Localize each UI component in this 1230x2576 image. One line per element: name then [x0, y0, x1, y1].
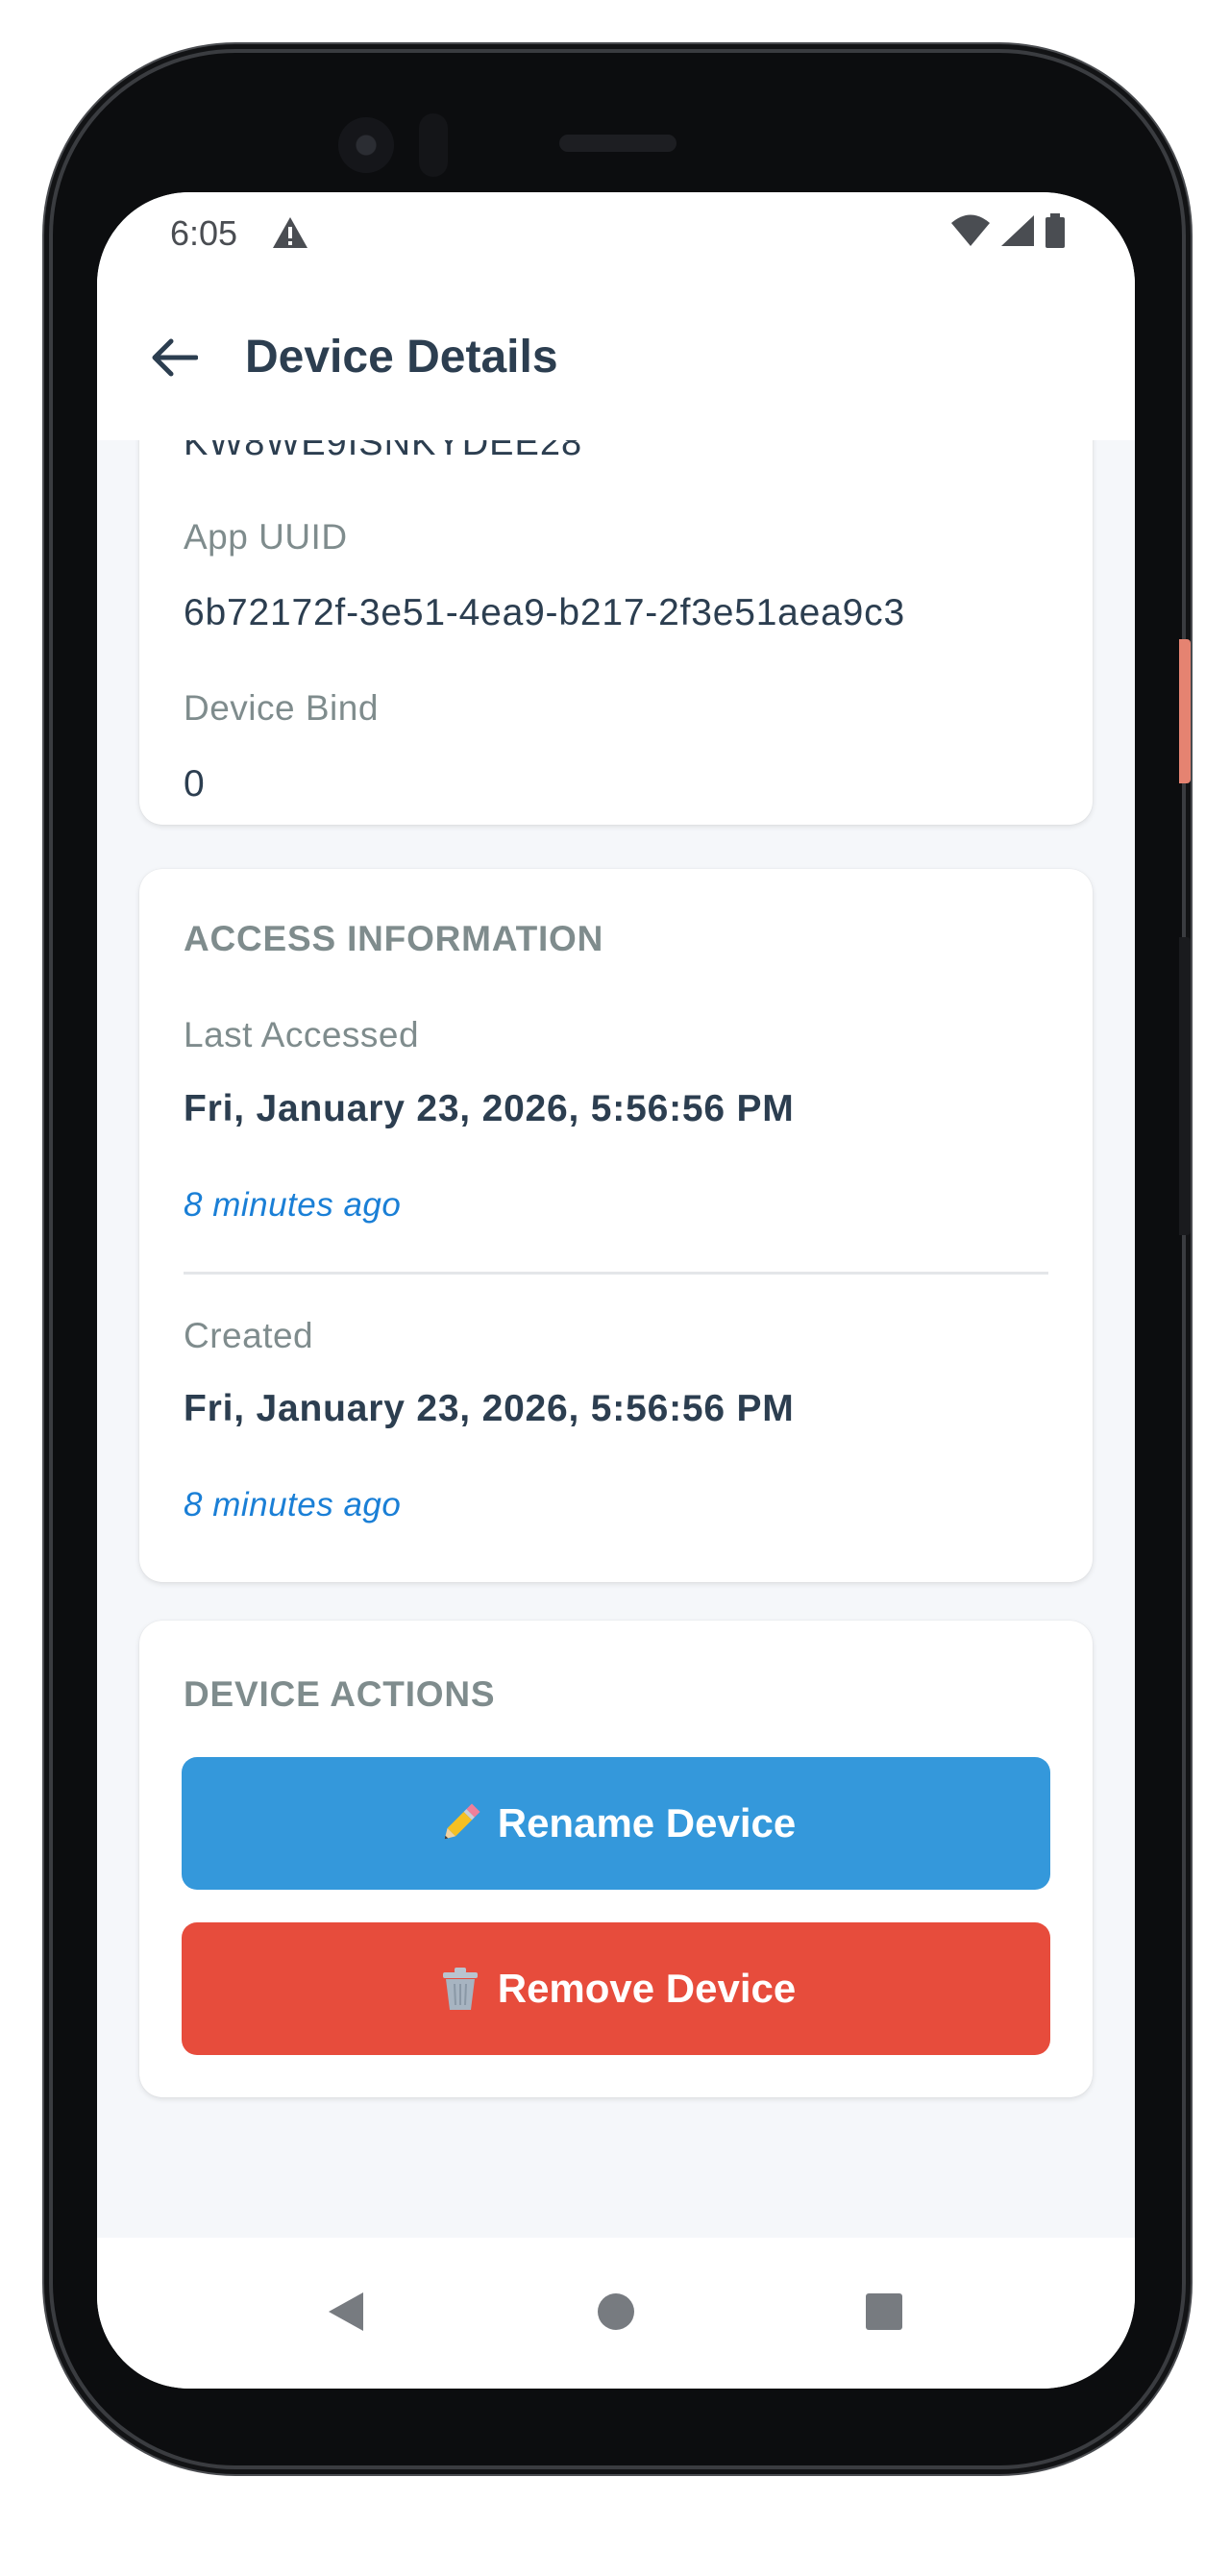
status-time: 6:05	[170, 213, 238, 253]
page-title: Device Details	[245, 332, 558, 383]
app-bar: Device Details	[97, 275, 1135, 440]
remove-device-label: Remove Device	[497, 1966, 797, 2011]
scroll-content[interactable]: KW8WE9ISNKYDEE28 App UUID 6b72172f-3e51-…	[97, 440, 1135, 2238]
last-accessed-label: Last Accessed	[184, 1015, 420, 1054]
device-bind-value: 0	[184, 763, 206, 805]
last-accessed-relative: 8 minutes ago	[184, 1186, 402, 1224]
nav-recents-button[interactable]	[850, 2280, 918, 2347]
partial-field-value: KW8WE9ISNKYDEE28	[184, 440, 583, 463]
device-actions-card: DEVICE ACTIONS Rename Device Remove Devi…	[139, 1621, 1093, 2097]
app-uuid-value: 6b72172f-3e51-4ea9-b217-2f3e51aea9c3	[184, 592, 905, 633]
last-accessed-value: Fri, January 23, 2026, 5:56:56 PM	[184, 1088, 795, 1129]
device-info-card: KW8WE9ISNKYDEE28 App UUID 6b72172f-3e51-…	[139, 440, 1093, 825]
back-button[interactable]	[135, 321, 212, 398]
nav-recents-icon	[865, 2292, 903, 2336]
volume-button[interactable]	[1179, 937, 1191, 1235]
earpiece-speaker	[559, 135, 676, 152]
alert-icon	[272, 215, 308, 250]
rename-device-button[interactable]: Rename Device	[182, 1757, 1050, 1890]
rename-device-label: Rename Device	[497, 1800, 797, 1845]
nav-back-button[interactable]	[312, 2280, 380, 2347]
device-actions-title: DEVICE ACTIONS	[184, 1674, 496, 1714]
cellular-icon	[1000, 214, 1035, 252]
front-camera	[338, 117, 394, 173]
nav-home-icon	[597, 2292, 635, 2336]
created-value: Fri, January 23, 2026, 5:56:56 PM	[184, 1388, 795, 1429]
access-information-card: ACCESS INFORMATION Last Accessed Fri, Ja…	[139, 869, 1093, 1582]
trash-icon	[436, 1965, 484, 2013]
access-information-title: ACCESS INFORMATION	[184, 919, 604, 958]
nav-back-icon	[327, 2291, 365, 2338]
proximity-sensor	[419, 113, 448, 177]
phone-screen: 6:05 Device Details KW8WE9ISNKYDEE28 App…	[97, 192, 1135, 2389]
remove-device-button[interactable]: Remove Device	[182, 1922, 1050, 2055]
app-uuid-label: App UUID	[184, 517, 348, 557]
battery-icon	[1045, 212, 1066, 253]
navigation-bar	[97, 2238, 1135, 2389]
wifi-icon	[950, 214, 991, 252]
power-button[interactable]	[1179, 639, 1191, 783]
nav-home-button[interactable]	[582, 2280, 650, 2347]
arrow-left-icon	[150, 337, 199, 383]
divider	[184, 1272, 1048, 1275]
created-relative: 8 minutes ago	[184, 1486, 402, 1523]
pencil-icon	[436, 1799, 484, 1847]
status-bar: 6:05	[97, 192, 1135, 275]
device-bind-label: Device Bind	[184, 688, 379, 728]
created-label: Created	[184, 1316, 314, 1355]
status-icons	[950, 212, 1066, 253]
